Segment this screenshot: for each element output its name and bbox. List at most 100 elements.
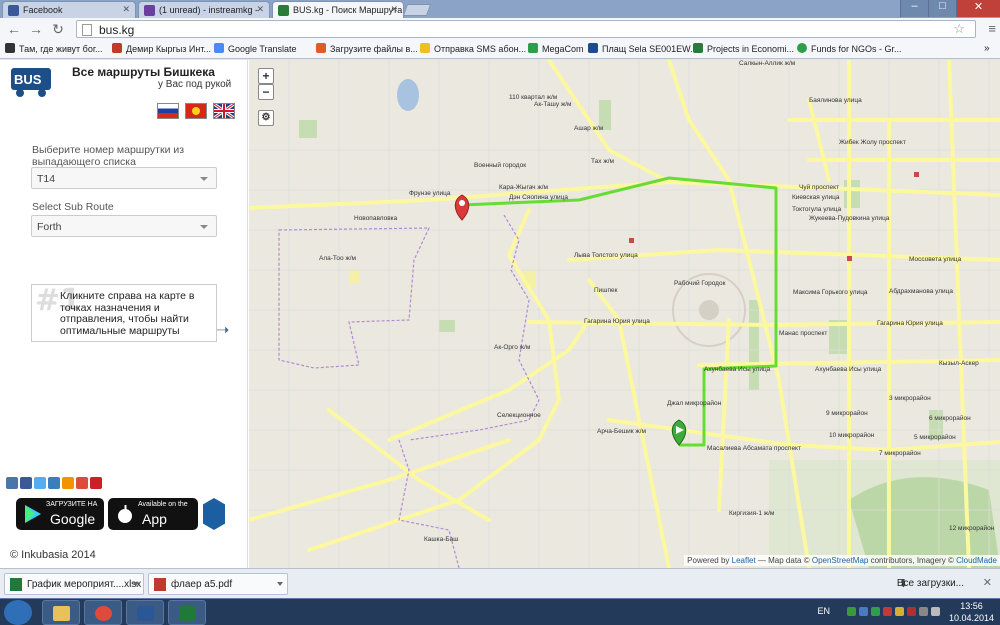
twitter-icon[interactable] <box>34 477 46 489</box>
leaflet-link[interactable]: Leaflet <box>732 556 756 565</box>
chevron-down-icon[interactable] <box>277 582 283 586</box>
download-item[interactable]: График мероприят....xlsx <box>4 573 144 595</box>
app-store-button[interactable]: Available on the App Store <box>108 498 198 543</box>
bookmark-icon <box>5 43 15 53</box>
bookmark-item[interactable]: Демир Кыргыз Инт... <box>112 43 211 54</box>
star-icon[interactable]: ☆ <box>953 21 965 37</box>
language-indicator[interactable]: EN <box>817 606 830 616</box>
tab-label: Facebook <box>23 5 63 15</box>
close-icon[interactable]: ✕ <box>122 4 130 15</box>
tab-facebook[interactable]: Facebook ✕ <box>2 1 136 18</box>
bookmark-label: Загрузите файлы в... <box>330 44 418 54</box>
map-label: 110 квартал ж/м <box>509 94 558 101</box>
volume-icon[interactable] <box>931 606 940 616</box>
minimize-button[interactable]: – <box>900 0 928 17</box>
russian-flag-icon[interactable] <box>157 103 179 119</box>
bookmark-item[interactable]: Загрузите файлы в... <box>316 43 418 54</box>
tray-icon[interactable] <box>895 606 904 616</box>
bookmark-item[interactable]: MegaCom <box>528 43 584 54</box>
folder-icon <box>53 606 70 621</box>
map-view[interactable]: Фрунзе улица Дэн Сяопина улица Новопавло… <box>249 60 1000 568</box>
bookmark-item[interactable]: Плащ Sela SE001EW... <box>588 43 698 54</box>
map-label: Тах ж/м <box>591 158 614 165</box>
bookmark-item[interactable]: Там, где живут бог... <box>5 43 103 54</box>
bookmark-item[interactable]: Google Translate <box>214 43 297 54</box>
mail-icon[interactable] <box>48 477 60 489</box>
tab-instream[interactable]: (1 unread) - instreamkg - ✕ <box>138 1 270 18</box>
route-label: Выберите номер маршрутки из выпадающего … <box>32 144 185 168</box>
start-button[interactable] <box>4 600 32 625</box>
map-label: Максима Горького улица <box>793 289 868 296</box>
map-canvas[interactable] <box>249 60 1000 568</box>
tray-icon[interactable] <box>907 606 916 616</box>
zoom-out-button[interactable]: − <box>258 84 274 100</box>
back-button[interactable]: ← <box>6 21 22 37</box>
tray-icon[interactable] <box>859 606 868 616</box>
bus-icon <box>278 5 289 16</box>
tray-icon[interactable] <box>871 606 880 616</box>
clock[interactable]: 13:56 10.04.2014 <box>949 600 994 624</box>
window-close-button[interactable]: ✕ <box>956 0 1000 17</box>
osm-link[interactable]: OpenStreetMap <box>812 556 868 565</box>
sidebar: BUS Все маршруты Бишкека у Вас под рукой… <box>0 60 248 568</box>
cloudmade-link[interactable]: CloudMade <box>956 556 997 565</box>
svg-text:BUS: BUS <box>14 72 42 87</box>
apple-icon <box>118 505 132 523</box>
browser-toolbar: ← → ↻ bus.kg ☆ <box>0 18 1000 40</box>
map-label: Абдрахманова улица <box>889 288 953 295</box>
menu-icon[interactable]: ≡ <box>988 21 996 36</box>
bookmark-item[interactable]: Projects in Economi... <box>693 43 794 54</box>
maximize-button[interactable]: □ <box>928 0 956 17</box>
map-label: 12 микрорайон <box>949 525 995 532</box>
map-attribution: Powered by Leaflet — Map data © OpenStre… <box>684 555 1000 566</box>
network-icon[interactable] <box>919 606 928 616</box>
zoom-in-button[interactable]: + <box>258 68 274 84</box>
subroute-select[interactable]: Forth <box>31 215 217 237</box>
settings-gear-icon[interactable]: ⚙ <box>258 110 274 126</box>
partner-badge-icon[interactable] <box>203 498 225 530</box>
route-select-value: T14 <box>37 173 56 185</box>
taskbar-word[interactable] <box>126 600 164 625</box>
route-select[interactable]: T14 <box>31 167 217 189</box>
chevron-down-icon[interactable] <box>133 582 139 586</box>
tab-buskg[interactable]: BUS.kg - Поиск Маршрута ✕ <box>272 1 404 18</box>
odnoklassniki-icon[interactable] <box>62 477 74 489</box>
taskbar-explorer[interactable] <box>42 600 80 625</box>
pinterest-icon[interactable] <box>90 477 102 489</box>
map-label: Новопавловка <box>354 215 398 222</box>
new-tab-button[interactable] <box>402 4 432 16</box>
taskbar-chrome[interactable] <box>84 600 122 625</box>
map-label: Жукеева-Пудовкина улица <box>809 215 890 222</box>
close-icon[interactable]: ✕ <box>256 4 264 15</box>
download-item[interactable]: флаер а5.pdf <box>148 573 288 595</box>
vk-icon[interactable] <box>6 477 18 489</box>
bookmark-item[interactable]: Отправка SMS абон... <box>420 43 526 54</box>
facebook-icon <box>8 5 19 16</box>
map-label: Ак-Орго ж/м <box>494 344 531 351</box>
bookmark-icon <box>214 43 224 53</box>
bookmark-item[interactable]: Funds for NGOs - Gr... <box>797 43 902 54</box>
forward-button[interactable]: → <box>28 21 44 37</box>
taskbar-excel[interactable] <box>168 600 206 625</box>
close-icon[interactable]: ✕ <box>983 576 992 589</box>
reload-button[interactable]: ↻ <box>50 21 66 37</box>
map-label: Киевская улица <box>792 194 840 201</box>
bookmarks-overflow-icon[interactable]: » <box>984 43 990 54</box>
downloads-bar: График мероприят....xlsx флаер а5.pdf ⬇ … <box>0 568 1000 598</box>
bookmark-icon <box>112 43 122 53</box>
taskbar: EN 13:56 10.04.2014 <box>0 598 1000 625</box>
close-icon[interactable]: ✕ <box>390 4 398 15</box>
uk-flag-icon[interactable] <box>213 102 235 120</box>
kyrgyz-flag-icon[interactable] <box>185 103 207 119</box>
address-bar[interactable]: bus.kg ☆ <box>76 20 976 38</box>
google-play-button[interactable]: ЗАГРУЗИТЕ НА Google play <box>16 498 104 543</box>
window-controls: – □ ✕ <box>900 0 1000 17</box>
tray-icon[interactable] <box>883 606 892 616</box>
show-all-downloads-link[interactable]: Все загрузки... <box>897 578 964 589</box>
bookmarks-bar: Там, где живут бог... Демир Кыргыз Инт..… <box>0 40 1000 59</box>
map-label: Токтогула улица <box>792 206 842 213</box>
facebook-icon[interactable] <box>20 477 32 489</box>
copyright: © Inkubasia 2014 <box>10 549 96 561</box>
tray-icon[interactable] <box>847 606 856 616</box>
google-plus-icon[interactable] <box>76 477 88 489</box>
